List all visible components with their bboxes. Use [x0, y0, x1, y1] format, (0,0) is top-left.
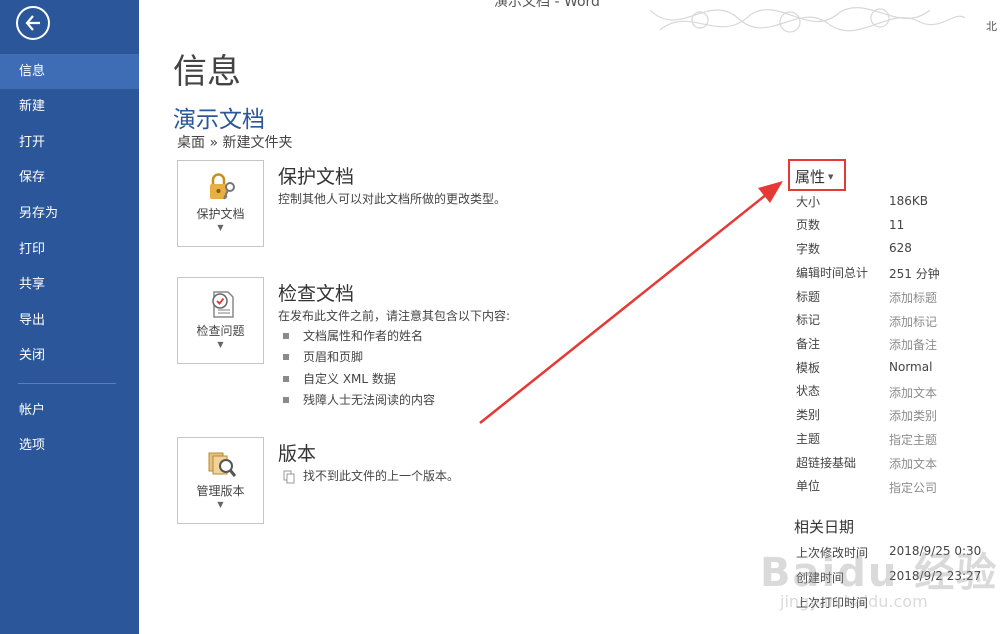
watermark-url: jingyan.baidu.com — [780, 592, 928, 611]
annotation-arrow — [479, 181, 783, 424]
baidu-watermark: Baidu 经验 — [760, 550, 999, 596]
